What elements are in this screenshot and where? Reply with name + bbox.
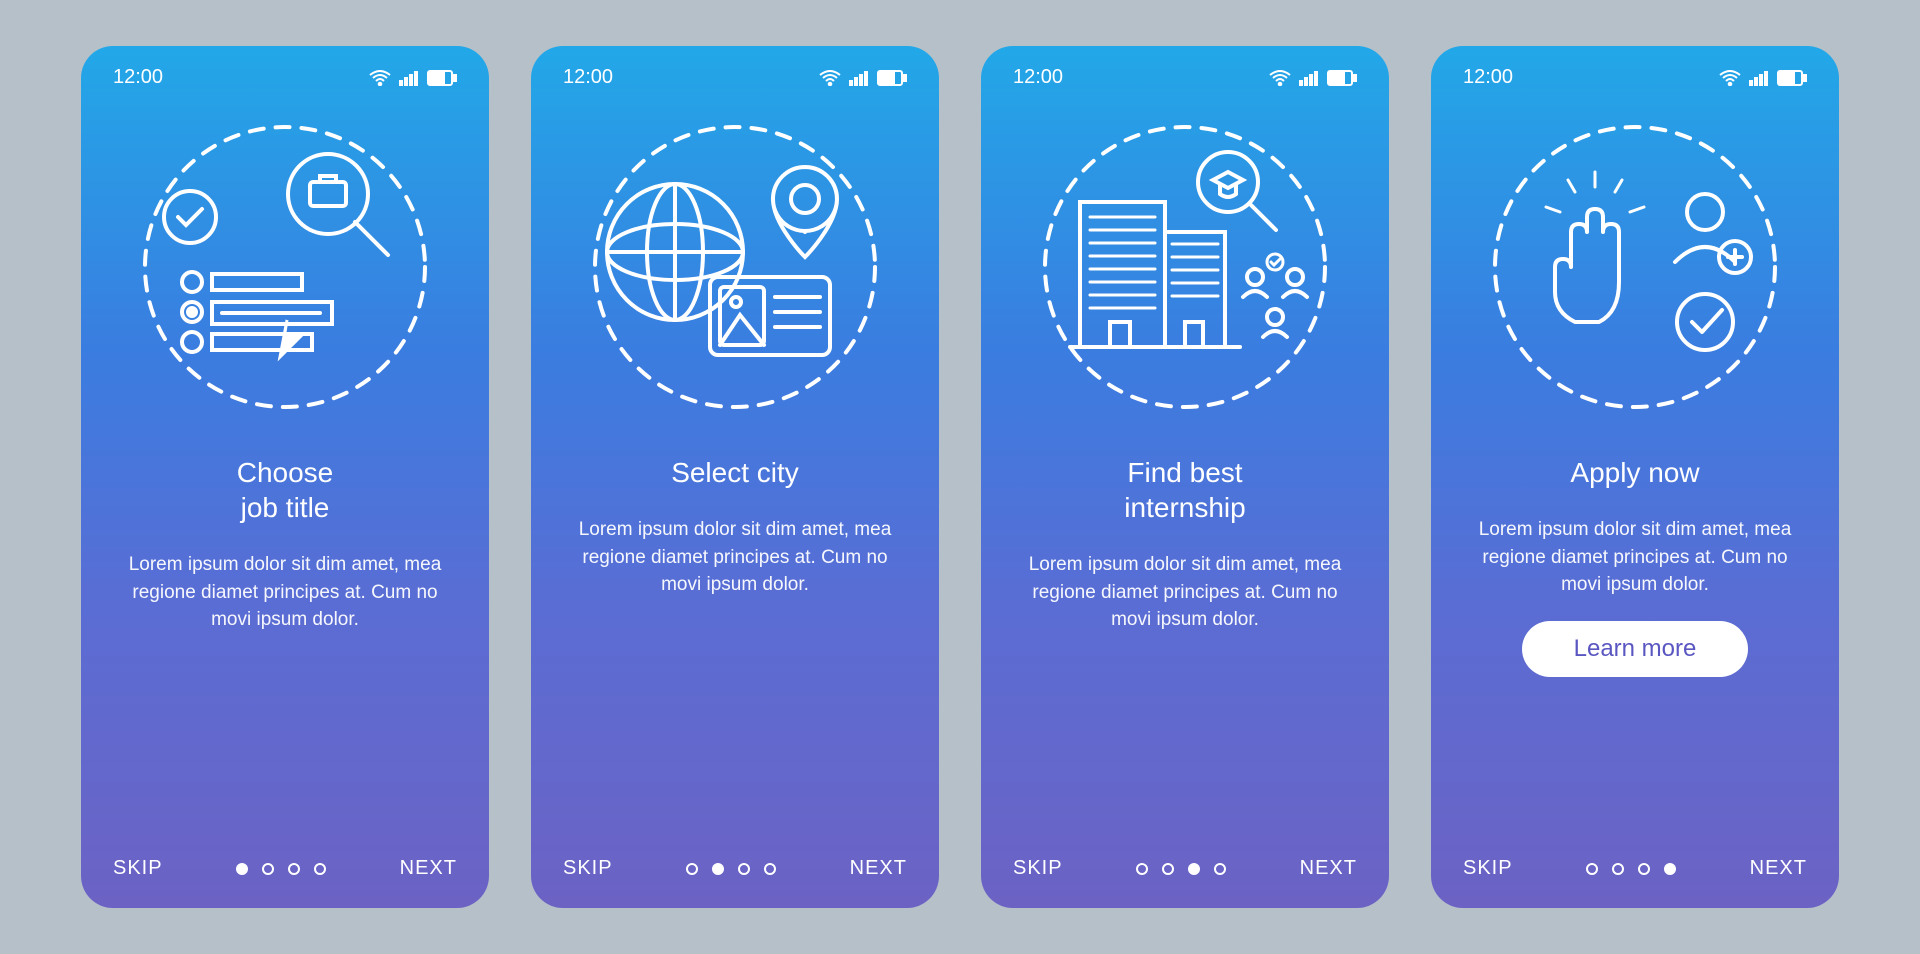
- signal-icon: [1749, 70, 1769, 86]
- next-button[interactable]: NEXT: [850, 857, 907, 880]
- next-button[interactable]: NEXT: [1300, 857, 1357, 880]
- status-bar: 12:00: [1013, 66, 1357, 89]
- text-block: Apply now Lorem ipsum dolor sit dim amet…: [1463, 455, 1807, 857]
- page-indicator: [236, 863, 326, 875]
- screen-description: Lorem ipsum dolor sit dim amet, mea regi…: [1013, 551, 1357, 634]
- choose-job-title-icon: [113, 107, 457, 427]
- screen-title: Select city: [563, 455, 907, 490]
- screen-title: Find best internship: [1013, 455, 1357, 525]
- status-icons: [369, 70, 457, 86]
- learn-more-button[interactable]: Learn more: [1522, 621, 1749, 677]
- page-dot[interactable]: [1136, 863, 1148, 875]
- screen-title: Apply now: [1463, 455, 1807, 490]
- signal-icon: [399, 70, 419, 86]
- text-block: Find best internship Lorem ipsum dolor s…: [1013, 455, 1357, 857]
- status-icons: [1269, 70, 1357, 86]
- page-dot[interactable]: [1638, 863, 1650, 875]
- text-block: Select city Lorem ipsum dolor sit dim am…: [563, 455, 907, 857]
- status-bar: 12:00: [563, 66, 907, 89]
- status-time: 12:00: [113, 66, 163, 89]
- page-dot[interactable]: [712, 863, 724, 875]
- battery-icon: [877, 70, 907, 86]
- onboarding-nav: SKIP NEXT: [113, 857, 457, 880]
- onboarding-screen-4: 12:00 Apply now Lorem ipsum dolor sit di…: [1431, 46, 1839, 908]
- page-indicator: [686, 863, 776, 875]
- page-dot[interactable]: [1162, 863, 1174, 875]
- skip-button[interactable]: SKIP: [1463, 857, 1513, 880]
- page-indicator: [1586, 863, 1676, 875]
- onboarding-screen-3: 12:00 Find best internship Lorem ipsu: [981, 46, 1389, 908]
- page-dot[interactable]: [1586, 863, 1598, 875]
- onboarding-screen-2: 12:00 Select city Lorem ipsum dolor sit …: [531, 46, 939, 908]
- onboarding-screen-1: 12:00 Choose job title Lorem ipsum dolor…: [81, 46, 489, 908]
- page-dot[interactable]: [314, 863, 326, 875]
- status-time: 12:00: [1463, 66, 1513, 89]
- page-dot[interactable]: [738, 863, 750, 875]
- wifi-icon: [1719, 70, 1741, 86]
- page-dot[interactable]: [686, 863, 698, 875]
- apply-now-icon: [1463, 107, 1807, 427]
- status-bar: 12:00: [1463, 66, 1807, 89]
- page-dot[interactable]: [764, 863, 776, 875]
- screen-title: Choose job title: [113, 455, 457, 525]
- page-dot[interactable]: [1214, 863, 1226, 875]
- signal-icon: [1299, 70, 1319, 86]
- onboarding-nav: SKIP NEXT: [1463, 857, 1807, 880]
- next-button[interactable]: NEXT: [1750, 857, 1807, 880]
- screen-description: Lorem ipsum dolor sit dim amet, mea regi…: [563, 516, 907, 599]
- select-city-icon: [563, 107, 907, 427]
- battery-icon: [1327, 70, 1357, 86]
- page-dot[interactable]: [288, 863, 300, 875]
- battery-icon: [427, 70, 457, 86]
- skip-button[interactable]: SKIP: [563, 857, 613, 880]
- status-icons: [1719, 70, 1807, 86]
- status-time: 12:00: [563, 66, 613, 89]
- screen-description: Lorem ipsum dolor sit dim amet, mea regi…: [113, 551, 457, 634]
- battery-icon: [1777, 70, 1807, 86]
- skip-button[interactable]: SKIP: [1013, 857, 1063, 880]
- status-bar: 12:00: [113, 66, 457, 89]
- next-button[interactable]: NEXT: [400, 857, 457, 880]
- skip-button[interactable]: SKIP: [113, 857, 163, 880]
- status-time: 12:00: [1013, 66, 1063, 89]
- page-dot[interactable]: [262, 863, 274, 875]
- page-dot[interactable]: [1664, 863, 1676, 875]
- page-dot[interactable]: [1612, 863, 1624, 875]
- signal-icon: [849, 70, 869, 86]
- screen-description: Lorem ipsum dolor sit dim amet, mea regi…: [1463, 516, 1807, 599]
- onboarding-nav: SKIP NEXT: [563, 857, 907, 880]
- wifi-icon: [369, 70, 391, 86]
- find-internship-icon: [1013, 107, 1357, 427]
- wifi-icon: [819, 70, 841, 86]
- page-dot[interactable]: [1188, 863, 1200, 875]
- wifi-icon: [1269, 70, 1291, 86]
- onboarding-nav: SKIP NEXT: [1013, 857, 1357, 880]
- text-block: Choose job title Lorem ipsum dolor sit d…: [113, 455, 457, 857]
- page-indicator: [1136, 863, 1226, 875]
- status-icons: [819, 70, 907, 86]
- page-dot[interactable]: [236, 863, 248, 875]
